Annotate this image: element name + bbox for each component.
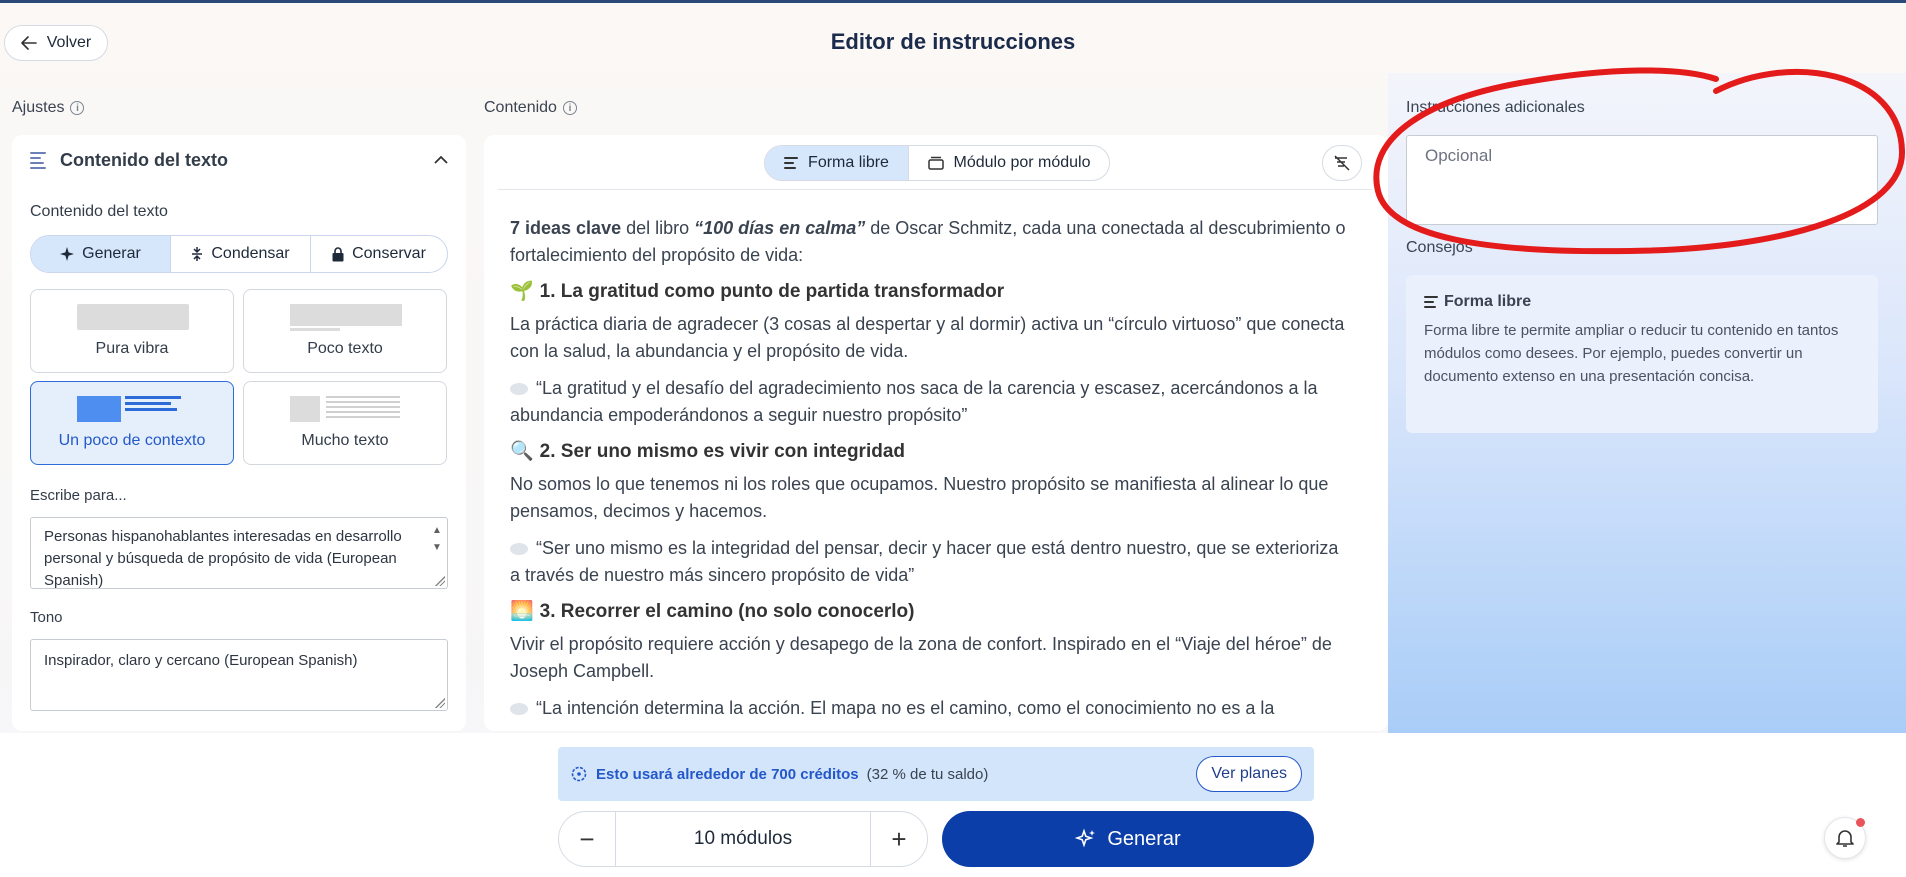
- idea-quote: “La intención determina la acción. El ma…: [510, 695, 1350, 722]
- audience-label: Escribe para...: [30, 487, 127, 504]
- idea-quote: “La gratitud y el desafío del agradecimi…: [510, 378, 1318, 425]
- amount-card-pure-vibe[interactable]: Pura vibra: [30, 289, 234, 373]
- magnifier-icon: 🔍: [510, 441, 534, 462]
- tab-free-form[interactable]: Forma libre: [765, 146, 909, 180]
- content-section-label: Contenido i: [484, 99, 577, 117]
- app-window: Volver Editor de instrucciones Ajustes i…: [0, 0, 1906, 877]
- sunrise-icon: 🌅: [510, 601, 534, 622]
- idea-heading: 🌅 3. Recorrer el camino (no solo conocerl…: [510, 601, 915, 622]
- credits-balance: (32 % de tu saldo): [866, 765, 989, 783]
- resize-handle[interactable]: [435, 698, 445, 708]
- idea-body: No somos lo que tenemos ni los roles que…: [510, 474, 1329, 521]
- mode-condense-button[interactable]: Condensar: [171, 236, 311, 272]
- settings-section-label: Ajustes i: [12, 99, 85, 117]
- tab-module-by-module[interactable]: Módulo por módulo: [909, 146, 1109, 180]
- content-mode-selector: Generar Condensar Conservar: [30, 235, 448, 273]
- content-text[interactable]: 7 ideas clave del libro “100 días en cal…: [510, 215, 1350, 731]
- tip-title: Forma libre: [1444, 293, 1532, 310]
- text-lines-icon: [30, 149, 46, 172]
- mode-generate-button[interactable]: Generar: [31, 236, 171, 272]
- sparkles-icon: [1075, 828, 1096, 848]
- resize-handle[interactable]: [435, 576, 445, 586]
- page-title: Editor de instrucciones: [830, 29, 1076, 54]
- sparkle-icon: [60, 247, 75, 261]
- bottom-bar: Esto usará alrededor de 700 créditos (32…: [0, 733, 1906, 877]
- increment-button[interactable]: +: [871, 812, 927, 866]
- additional-instructions-input[interactable]: Opcional: [1406, 135, 1878, 225]
- idea-heading: 🌱 1. La gratitud como punto de partida tr…: [510, 281, 1005, 302]
- clear-formatting-icon: [1334, 155, 1350, 171]
- info-icon[interactable]: i: [562, 101, 577, 115]
- content-mode-label: Contenido del texto: [30, 203, 168, 220]
- speech-bubble-icon: [510, 543, 528, 556]
- credits-icon: [571, 766, 587, 782]
- bell-icon: [1836, 830, 1854, 847]
- panel-title: Contenido del texto: [60, 149, 228, 170]
- scrollbar[interactable]: ▲ ▼: [430, 523, 444, 556]
- idea-heading: 🔍 2. Ser uno mismo es vivir con integrida…: [510, 441, 905, 462]
- text-lines-icon: [784, 154, 799, 172]
- speech-bubble-icon: [510, 703, 528, 716]
- generate-button-label: Generar: [1107, 827, 1181, 850]
- card-thumbnail: [290, 396, 320, 422]
- mode-preserve-button[interactable]: Conservar: [311, 236, 447, 272]
- tip-card: Forma libre Forma libre te permite ampli…: [1406, 275, 1878, 433]
- idea-quote: “Ser uno mismo es la integridad del pens…: [510, 538, 1339, 585]
- content-editor-panel: Forma libre Módulo por módulo 7 ideas cl…: [484, 135, 1388, 731]
- panel-header[interactable]: Contenido del texto: [12, 135, 466, 185]
- additional-instructions-label: Instrucciones adicionales: [1406, 99, 1585, 116]
- notifications-button[interactable]: [1824, 817, 1866, 859]
- amount-card-some-context[interactable]: Un poco de contexto: [30, 381, 234, 465]
- generate-button[interactable]: Generar: [942, 811, 1314, 867]
- card-thumbnail: [77, 304, 189, 330]
- tone-label: Tono: [30, 609, 63, 626]
- speech-bubble-icon: [510, 383, 528, 396]
- module-count-value[interactable]: 10 módulos: [615, 812, 871, 866]
- audience-textarea[interactable]: Personas hispanohablantes interesadas en…: [30, 517, 448, 589]
- view-plans-button[interactable]: Ver planes: [1196, 756, 1302, 792]
- seedling-icon: 🌱: [510, 281, 534, 302]
- tips-label: Consejos: [1406, 239, 1473, 256]
- idea-body: Vivir el propósito requiere acción y des…: [510, 634, 1332, 681]
- card-thumbnail: [77, 396, 121, 422]
- credits-banner: Esto usará alrededor de 700 créditos (32…: [558, 747, 1314, 801]
- clear-formatting-button[interactable]: [1322, 145, 1362, 181]
- tone-textarea[interactable]: Inspirador, claro y cercano (European Sp…: [30, 639, 448, 711]
- condense-icon: [192, 247, 203, 261]
- additional-instructions-panel: Instrucciones adicionales Opcional Conse…: [1388, 73, 1906, 733]
- text-content-panel: Contenido del texto Contenido del texto …: [12, 135, 466, 731]
- cards-stack-icon: [927, 156, 944, 170]
- card-thumbnail: [290, 304, 402, 326]
- module-count-stepper: − 10 módulos +: [558, 811, 928, 867]
- lock-icon: [332, 246, 344, 261]
- chevron-up-icon[interactable]: [434, 155, 448, 165]
- info-icon[interactable]: i: [70, 101, 85, 115]
- idea-body: La práctica diaria de agradecer (3 cosas…: [510, 314, 1345, 361]
- view-mode-selector: Forma libre Módulo por módulo: [764, 145, 1110, 181]
- notification-dot: [1856, 818, 1865, 827]
- divider: [498, 189, 1372, 190]
- credits-text: Esto usará alrededor de 700 créditos: [596, 765, 859, 783]
- text-lines-icon: [1424, 293, 1438, 311]
- intro-paragraph: 7 ideas clave del libro “100 días en cal…: [510, 218, 1346, 265]
- amount-card-lots-of-text[interactable]: Mucho texto: [243, 381, 447, 465]
- amount-card-little-text[interactable]: Poco texto: [243, 289, 447, 373]
- tip-text: Forma libre te permite ampliar o reducir…: [1424, 322, 1839, 385]
- decrement-button[interactable]: −: [559, 812, 615, 866]
